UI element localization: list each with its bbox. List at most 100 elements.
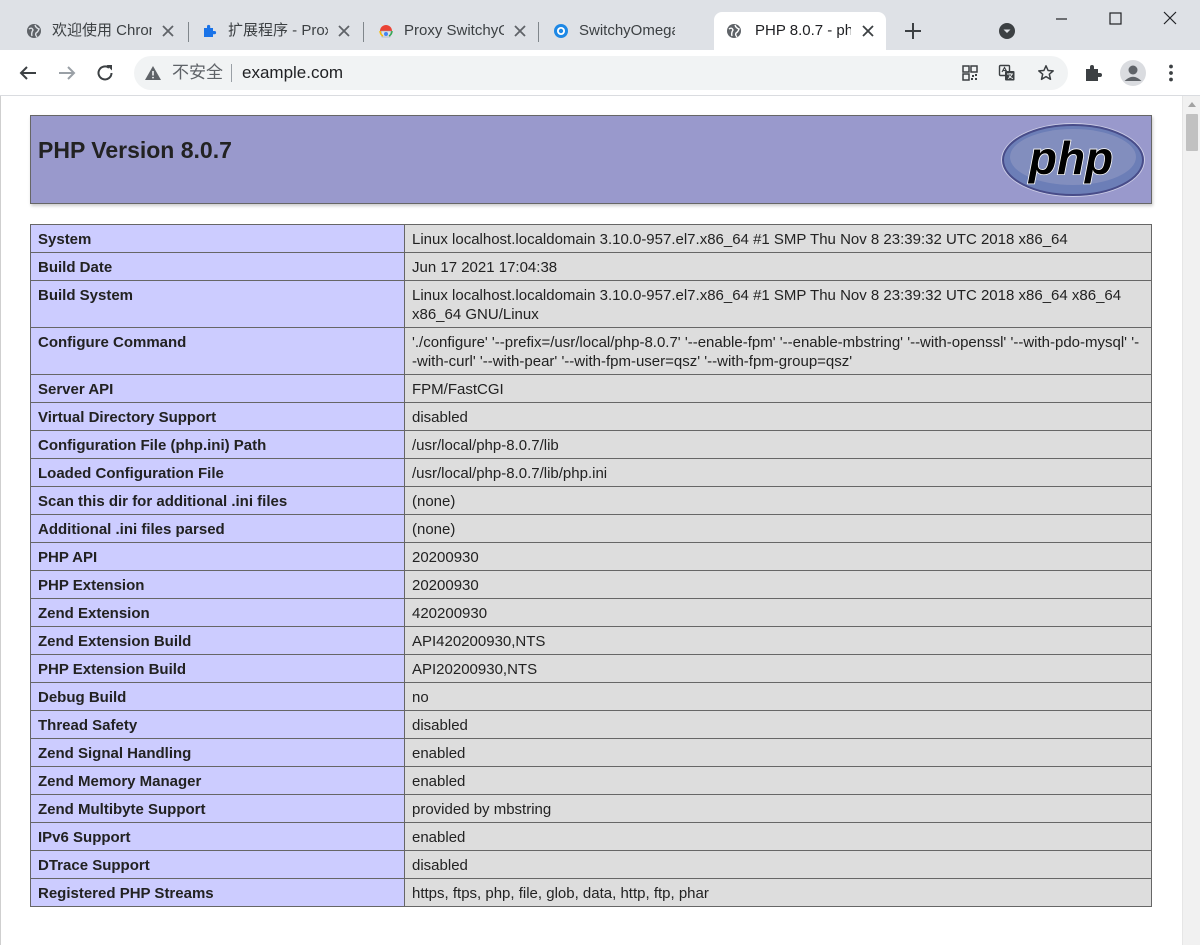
row-key: System xyxy=(30,224,405,253)
row-key: Zend Signal Handling xyxy=(30,738,405,767)
row-value: Linux localhost.localdomain 3.10.0-957.e… xyxy=(404,224,1152,253)
row-key: Scan this dir for additional .ini files xyxy=(30,486,405,515)
tab-welcome[interactable]: 欢迎使用 Chrome xyxy=(0,12,188,50)
close-icon[interactable] xyxy=(334,21,354,41)
tab-switchyomega-options[interactable]: SwitchyOmega Options xyxy=(527,12,715,50)
minimize-icon[interactable] xyxy=(1050,8,1072,30)
row-value: https, ftps, php, file, glob, data, http… xyxy=(404,878,1152,907)
address-bar[interactable]: 不安全 example.com xyxy=(134,56,1068,90)
translate-icon[interactable] xyxy=(998,64,1016,82)
table-row: Server API FPM/FastCGI xyxy=(30,374,1152,403)
forward-arrow-icon[interactable] xyxy=(56,62,78,84)
row-key: Server API xyxy=(30,374,405,403)
table-row: Zend Signal Handling enabled xyxy=(30,738,1152,767)
row-value: /usr/local/php-8.0.7/lib/php.ini xyxy=(404,458,1152,487)
table-row: Configure Command './configure' '--prefix… xyxy=(30,327,1152,375)
table-row: PHP Extension Build API20200930,NTS xyxy=(30,654,1152,683)
table-row: Loaded Configuration File/usr/local/php-… xyxy=(30,458,1152,487)
row-value: 20200930 xyxy=(404,542,1152,571)
table-row: Build System Linux localhost.localdomain … xyxy=(30,280,1152,328)
tab-strip: 欢迎使用 Chrome 扩展程序 - Proxy SwitchyOmega Pr… xyxy=(0,0,1200,50)
globe-icon xyxy=(727,24,741,38)
row-key: Build System xyxy=(30,280,405,328)
window-close-icon[interactable] xyxy=(1159,8,1181,30)
table-row: Virtual Directory Support disabled xyxy=(30,402,1152,431)
php-logo[interactable]: php xyxy=(999,121,1147,199)
row-key: Zend Multibyte Support xyxy=(30,794,405,823)
tab-phpinfo[interactable]: PHP 8.0.7 - phpinfo() xyxy=(714,12,886,50)
row-key: Build Date xyxy=(30,252,405,281)
table-row: System Linux localhost.localdomain 3.10.0… xyxy=(30,224,1152,253)
scrollbar-thumb[interactable] xyxy=(1186,114,1198,151)
row-value: no xyxy=(404,682,1152,711)
row-value: 20200930 xyxy=(404,570,1152,599)
qr-code-icon[interactable] xyxy=(961,64,979,82)
phpinfo-table: System Linux localhost.localdomain 3.10.0… xyxy=(30,224,1152,907)
maximize-icon[interactable] xyxy=(1104,8,1126,30)
tab-title: 欢迎使用 Chrome xyxy=(52,22,152,39)
row-key: Zend Extension Build xyxy=(30,626,405,655)
row-key: Configure Command xyxy=(30,327,405,375)
row-value: './configure' '--prefix=/usr/local/php-8… xyxy=(404,327,1152,375)
globe-icon xyxy=(27,24,41,38)
extensions-puzzle-icon[interactable] xyxy=(1083,62,1105,84)
security-label[interactable]: 不安全 xyxy=(172,63,223,83)
row-value: enabled xyxy=(404,766,1152,795)
row-key: Additional .ini files parsed xyxy=(30,514,405,543)
row-key: PHP Extension xyxy=(30,570,405,599)
tab-title: 扩展程序 - Proxy SwitchyOmega xyxy=(228,22,328,39)
table-row: Zend Extension Build API420200930,NTS xyxy=(30,626,1152,655)
more-menu-icon[interactable] xyxy=(1160,62,1182,84)
row-value: disabled xyxy=(404,710,1152,739)
reload-icon[interactable] xyxy=(94,62,116,84)
profile-avatar[interactable] xyxy=(1120,60,1146,86)
table-row: Thread Safety disabled xyxy=(30,710,1152,739)
warning-icon[interactable] xyxy=(144,64,162,82)
row-value: API420200930,NTS xyxy=(404,626,1152,655)
row-value: disabled xyxy=(404,402,1152,431)
tab-search-icon[interactable] xyxy=(998,22,1016,40)
tab-title: Proxy SwitchyOmega xyxy=(404,22,504,39)
row-key: Loaded Configuration File xyxy=(30,458,405,487)
row-key: Virtual Directory Support xyxy=(30,402,405,431)
table-row: DTrace Support disabled xyxy=(30,850,1152,879)
row-key: PHP API xyxy=(30,542,405,571)
row-key: DTrace Support xyxy=(30,850,405,879)
row-value: provided by mbstring xyxy=(404,794,1152,823)
row-value: Linux localhost.localdomain 3.10.0-957.e… xyxy=(404,280,1152,328)
page-title: PHP Version 8.0.7 xyxy=(38,137,232,163)
table-row: Additional .ini files parsed (none) xyxy=(30,514,1152,543)
browser-toolbar: 不安全 example.com xyxy=(0,50,1200,96)
row-value: FPM/FastCGI xyxy=(404,374,1152,403)
row-key: Debug Build xyxy=(30,682,405,711)
row-key: Zend Memory Manager xyxy=(30,766,405,795)
row-key: Configuration File (php.ini) Path xyxy=(30,430,405,459)
row-value: 420200930 xyxy=(404,598,1152,627)
tab-extensions[interactable]: 扩展程序 - Proxy SwitchyOmega xyxy=(176,12,364,50)
row-value: disabled xyxy=(404,850,1152,879)
table-row: Zend Multibyte Support provided by mbstri… xyxy=(30,794,1152,823)
tab-title: SwitchyOmega Options xyxy=(579,22,675,39)
php-version-header: PHP Version 8.0.7 php xyxy=(30,115,1152,204)
row-value: API20200930,NTS xyxy=(404,654,1152,683)
row-value: Jun 17 2021 17:04:38 xyxy=(404,252,1152,281)
close-icon[interactable] xyxy=(158,21,178,41)
table-row: Scan this dir for additional .ini files(… xyxy=(30,486,1152,515)
table-row: Build Date Jun 17 2021 17:04:38 xyxy=(30,252,1152,281)
back-arrow-icon[interactable] xyxy=(17,62,39,84)
php-logo-text: php xyxy=(1027,132,1113,184)
new-tab-icon[interactable] xyxy=(902,20,924,42)
bookmark-star-icon[interactable] xyxy=(1037,64,1055,82)
row-key: PHP Extension Build xyxy=(30,654,405,683)
row-key: Zend Extension xyxy=(30,598,405,627)
table-row: Registered PHP Streams https, ftps, php, … xyxy=(30,878,1152,907)
tab-proxy-switchyomega[interactable]: Proxy SwitchyOmega xyxy=(352,12,540,50)
table-row: Zend Memory Manager enabled xyxy=(30,766,1152,795)
switchyomega-icon xyxy=(554,24,568,38)
scroll-up-arrow-icon[interactable] xyxy=(1188,102,1196,107)
vertical-scrollbar[interactable] xyxy=(1182,96,1200,945)
table-row: Debug Build no xyxy=(30,682,1152,711)
url-text[interactable]: example.com xyxy=(242,63,343,83)
table-row: Zend Extension 420200930 xyxy=(30,598,1152,627)
close-icon[interactable] xyxy=(858,21,878,41)
